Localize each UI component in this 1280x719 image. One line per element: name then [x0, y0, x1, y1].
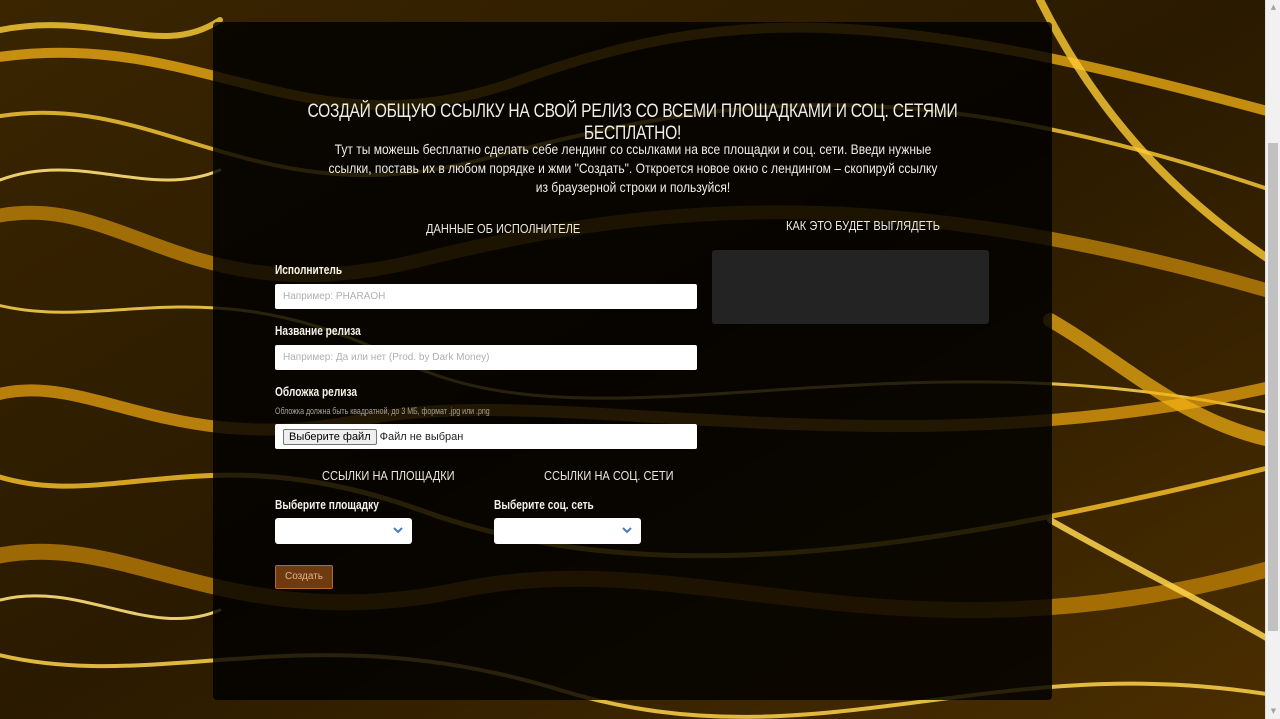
- arrow-up-icon[interactable]: ▲: [1266, 0, 1280, 15]
- artist-section-heading: Данные об исполнителе: [426, 221, 581, 236]
- preview-heading: Как это будет выглядеть: [786, 218, 940, 233]
- social-heading: Ссылки на соц. сети: [544, 468, 674, 483]
- page-title: Создай общую ссылку на свой релиз со все…: [307, 101, 958, 144]
- artist-label: Исполнитель: [275, 262, 343, 277]
- page-scrollbar[interactable]: ▲ ▼: [1265, 0, 1280, 719]
- scrollbar-thumb[interactable]: [1268, 143, 1278, 631]
- release-label: Название релиза: [275, 323, 361, 338]
- chevron-down-icon: [393, 527, 403, 534]
- release-title-input[interactable]: [275, 345, 697, 370]
- social-select-label: Выберите соц. сеть: [494, 497, 594, 512]
- artist-input[interactable]: [275, 284, 697, 309]
- create-button[interactable]: Создать: [275, 565, 333, 589]
- platforms-heading: Ссылки на площадки: [322, 468, 455, 483]
- intro-text: Тут ты можешь бесплатно сделать себе лен…: [328, 141, 938, 195]
- chevron-down-icon: [622, 527, 632, 534]
- preview-area: [712, 250, 989, 324]
- platform-select[interactable]: [275, 518, 412, 544]
- cover-file-field[interactable]: Выберите файл Файл не выбран: [275, 424, 697, 449]
- arrow-down-icon[interactable]: ▼: [1266, 704, 1280, 719]
- social-select[interactable]: [494, 518, 641, 544]
- form-panel: Создай общую ссылку на свой релиз со все…: [213, 22, 1052, 700]
- platform-select-label: Выберите площадку: [275, 497, 379, 512]
- choose-file-button[interactable]: Выберите файл: [283, 428, 377, 445]
- file-status: Файл не выбран: [379, 430, 464, 443]
- cover-hint: Обложка должна быть квадратной, до 3 МБ,…: [275, 406, 490, 416]
- cover-label: Обложка релиза: [275, 384, 358, 399]
